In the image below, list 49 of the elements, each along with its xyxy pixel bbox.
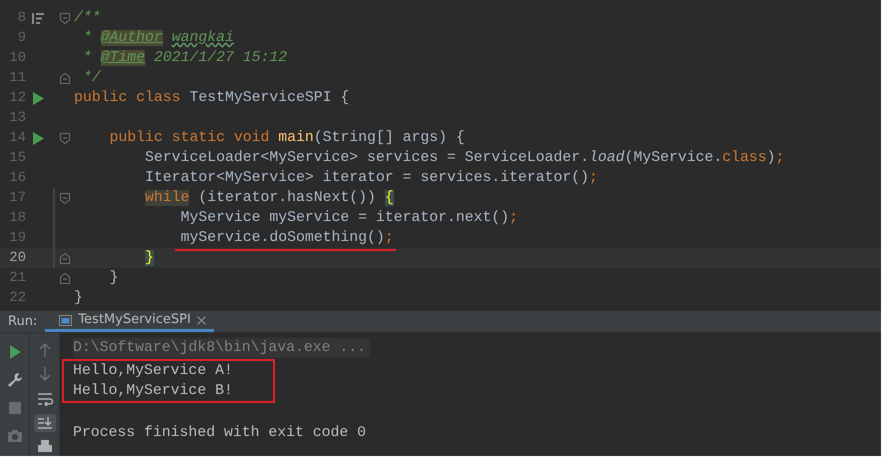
code-line: * @Author wangkai <box>82 29 234 48</box>
fold-icon[interactable] <box>60 72 70 84</box>
line-number: 17 <box>8 188 26 208</box>
fold-icon[interactable] <box>60 272 70 284</box>
soft-wrap-icon[interactable] <box>36 390 52 406</box>
run-icon[interactable] <box>32 92 44 104</box>
console-output: Hello,MyService A! <box>73 362 234 382</box>
fold-icon[interactable] <box>60 12 70 24</box>
line-number: 15 <box>8 148 26 168</box>
code-line: /** <box>73 9 101 28</box>
code-line: public static void main(String[] args) { <box>108 129 465 148</box>
scroll-to-end-icon[interactable] <box>36 414 52 431</box>
line-number: 9 <box>16 28 26 48</box>
console-icon <box>59 314 72 326</box>
code-line: ServiceLoader<MyService> services = ServiceLoader.load(MyService.class); <box>144 149 784 168</box>
wrench-icon[interactable] <box>6 372 22 388</box>
console-output: Hello,MyService B! <box>73 382 234 402</box>
line-number: 11 <box>8 68 26 88</box>
console-output: Process finished with exit code 0 <box>73 424 368 444</box>
code-line: myService.doSomething(); <box>72 228 394 248</box>
code-line: * @Time 2021/1/27 15:12 <box>82 49 288 68</box>
line-number: 13 <box>8 108 26 128</box>
fold-icon[interactable] <box>60 132 70 144</box>
run-label: Run: <box>7 312 38 331</box>
line-number: 19 <box>8 228 26 248</box>
line-number: 22 <box>8 288 26 308</box>
run-icon[interactable] <box>32 132 44 144</box>
line-number: 21 <box>8 268 26 288</box>
line-number: 20 <box>8 248 26 268</box>
code-line: */ <box>82 69 101 88</box>
code-line: while (iterator.hasNext()) { <box>144 189 394 208</box>
close-icon[interactable] <box>196 316 206 324</box>
line-number: 14 <box>8 128 26 148</box>
line-number: 8 <box>16 8 26 28</box>
code-line: public class TestMyServiceSPI { <box>73 89 350 108</box>
code-line: } <box>108 269 118 288</box>
line-number: 18 <box>8 208 26 228</box>
code-line: } <box>73 289 83 308</box>
fold-icon[interactable] <box>60 252 70 264</box>
code-line: MyService myService = iterator.next(); <box>180 209 518 228</box>
tool-button[interactable] <box>34 414 56 432</box>
line-number: 16 <box>8 168 26 188</box>
doc-toggle-icon[interactable] <box>32 12 44 24</box>
run-tab[interactable]: TestMyServiceSPI <box>45 311 214 332</box>
code-line: Iterator<MyService> iterator = services.iterator(); <box>144 169 598 188</box>
line-number: 12 <box>8 88 26 108</box>
line-number: 10 <box>8 48 26 68</box>
printer-icon[interactable] <box>36 438 52 455</box>
fold-icon[interactable] <box>60 192 70 204</box>
